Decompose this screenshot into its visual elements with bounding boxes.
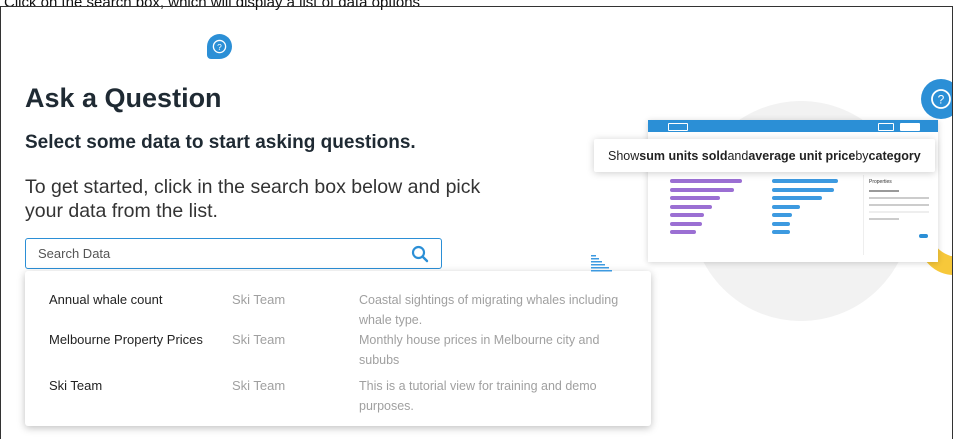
callout-dimension: category xyxy=(868,148,921,163)
illustration-button xyxy=(878,123,894,131)
data-source-group: Ski Team xyxy=(232,332,286,347)
help-bubble-icon[interactable]: ? xyxy=(207,34,232,59)
mini-chart-icon xyxy=(591,255,612,272)
illustration-blue-bars xyxy=(772,179,838,239)
illustration-properties-panel: Properties xyxy=(863,175,934,255)
callout-text: Show xyxy=(608,148,640,163)
data-source-name: Annual whale count xyxy=(49,292,163,307)
callout-text: and xyxy=(727,148,749,163)
intro-text: To get started, click in the search box … xyxy=(25,176,481,222)
search-input[interactable] xyxy=(36,245,407,262)
data-source-group: Ski Team xyxy=(232,292,286,307)
illustration-tab xyxy=(668,123,688,131)
illustration-panel-title: Properties xyxy=(869,179,892,185)
example-question-callout: Show sum units sold and average unit pri… xyxy=(594,139,935,172)
list-item[interactable]: Ski Team Ski Team This is a tutorial vie… xyxy=(25,357,651,413)
ask-question-panel: ? Ask a Question Select some data to sta… xyxy=(0,6,953,439)
page-subtitle: Select some data to start asking questio… xyxy=(25,132,416,153)
callout-measure-1: sum units sold xyxy=(639,148,728,163)
data-source-description: This is a tutorial view for training and… xyxy=(359,379,597,413)
page-title: Ask a Question xyxy=(25,83,222,113)
svg-text:?: ? xyxy=(217,42,222,52)
data-source-group: Ski Team xyxy=(232,378,286,393)
svg-text:?: ? xyxy=(938,93,945,107)
data-source-name: Ski Team xyxy=(49,378,103,393)
callout-measure-2: average unit price xyxy=(748,148,856,163)
illustration-window-bar xyxy=(648,120,938,132)
illustration-button xyxy=(900,123,920,131)
question-help-icon[interactable]: ? xyxy=(921,79,952,119)
search-box[interactable] xyxy=(25,238,442,269)
data-source-name: Melbourne Property Prices xyxy=(49,332,203,347)
illustration-toggle xyxy=(919,234,928,238)
list-item[interactable]: Annual whale count Ski Team Coastal sigh… xyxy=(25,271,651,327)
search-icon[interactable] xyxy=(407,241,433,267)
illustration-purple-bars xyxy=(670,179,742,239)
list-item[interactable]: Melbourne Property Prices Ski Team Month… xyxy=(25,311,651,367)
callout-text: by xyxy=(855,148,869,163)
data-source-dropdown: Annual whale count Ski Team Coastal sigh… xyxy=(25,271,651,426)
